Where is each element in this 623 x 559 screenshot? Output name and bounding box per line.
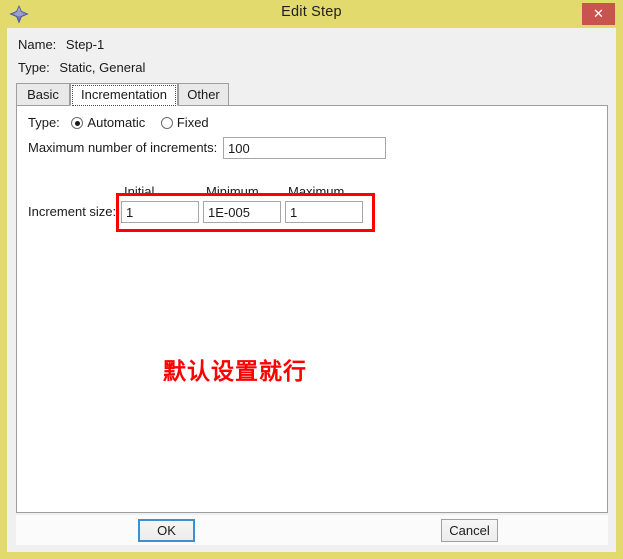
close-icon[interactable]: ✕ [582,3,615,25]
increment-type-label: Type: [28,115,60,130]
increment-minimum-input[interactable] [203,201,281,223]
tab-other[interactable]: Other [178,83,229,106]
radio-automatic-label: Automatic [87,115,146,130]
step-name-label: Name: [18,37,57,52]
radio-fixed-label: Fixed [176,115,209,130]
column-header-initial: Initial [124,184,155,199]
max-increments-input[interactable] [223,137,386,159]
annotation-note-text: 默认设置就行 [163,359,307,385]
increment-size-label: Increment size: [28,204,117,219]
step-name-row: Name: Step-1 [18,37,104,52]
column-header-maximum: Maximum [288,184,345,199]
step-name-value: Step-1 [65,37,105,52]
cancel-button[interactable]: Cancel [441,519,498,542]
edit-step-dialog: Edit Step ✕ Name: Step-1 Type: Static, G… [0,0,623,559]
dialog-body: Name: Step-1 Type: Static, General Basic… [7,28,616,552]
max-increments-label: Maximum number of increments: [28,140,218,155]
window-title: Edit Step [281,4,342,20]
step-type-row: Type: Static, General [18,60,145,75]
radio-fixed[interactable] [160,117,173,129]
increment-initial-input[interactable] [121,201,199,223]
tab-incrementation[interactable]: Incrementation [70,83,178,106]
incrementation-panel: Type: Automatic Fixed Maximum number of … [16,105,608,513]
tab-other-label: Other [187,87,220,102]
titlebar: Edit Step ✕ [0,0,623,28]
step-type-value: Static, General [59,60,146,75]
increment-maximum-input[interactable] [285,201,363,223]
tab-basic[interactable]: Basic [16,83,70,106]
button-bar: OK Cancel [16,515,608,545]
tab-basic-label: Basic [27,87,59,102]
step-type-label: Type: [18,60,50,75]
ok-button[interactable]: OK [138,519,195,542]
radio-automatic[interactable] [71,117,84,129]
tab-incrementation-label: Incrementation [72,85,176,106]
increment-type-row: Type: Automatic Fixed [28,115,213,130]
column-header-minimum: Minimum [206,184,259,199]
